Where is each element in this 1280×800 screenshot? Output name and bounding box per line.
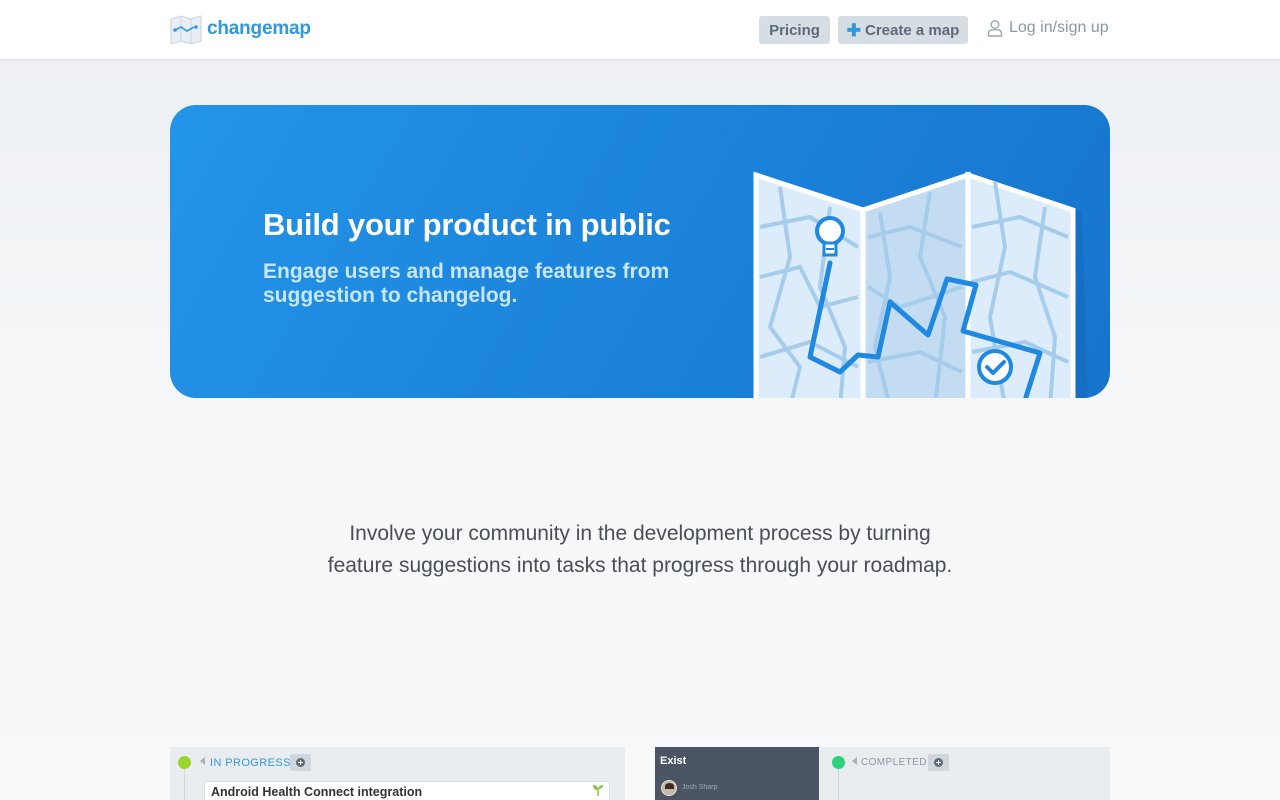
status-label: COMPLETED bbox=[861, 757, 927, 768]
roadmap-preview-in-progress: IN PROGRESS Android Health Connect integ… bbox=[170, 747, 625, 800]
completed-dot bbox=[832, 756, 845, 769]
timeline-line bbox=[838, 767, 839, 800]
pricing-button[interactable]: Pricing bbox=[759, 16, 830, 44]
timeline-line bbox=[184, 767, 185, 800]
login-link[interactable]: Log in/sign up bbox=[987, 19, 1109, 37]
author-name: Josh Sharp bbox=[682, 784, 718, 791]
create-map-label: Create a map bbox=[865, 21, 960, 39]
brand-name: changemap bbox=[207, 18, 311, 39]
project-panel: Exist Josh Sharp bbox=[655, 747, 819, 800]
hero-title: Build your product in public bbox=[263, 207, 671, 242]
in-progress-dot bbox=[178, 756, 191, 769]
caret-left-icon[interactable] bbox=[200, 757, 205, 765]
top-navigation-bar: changemap Pricing ✚ Create a map Log in/… bbox=[0, 0, 1280, 60]
add-circle-icon bbox=[934, 758, 943, 767]
project-title: Exist bbox=[660, 755, 687, 767]
intro-text: Involve your community in the developmen… bbox=[327, 522, 953, 577]
avatar bbox=[661, 780, 677, 796]
feature-card-title: Android Health Connect integration bbox=[211, 785, 423, 799]
sprout-icon bbox=[593, 785, 603, 796]
add-circle-button[interactable] bbox=[928, 754, 949, 771]
folded-map-illustration-icon bbox=[753, 171, 1088, 398]
add-circle-button[interactable] bbox=[290, 754, 311, 771]
logo-link[interactable]: changemap bbox=[170, 14, 311, 44]
login-label: Log in/sign up bbox=[1009, 19, 1109, 36]
folded-map-logo-icon bbox=[170, 15, 202, 44]
plus-icon: ✚ bbox=[846, 20, 862, 40]
add-circle-icon bbox=[296, 758, 305, 767]
caret-left-icon[interactable] bbox=[852, 757, 857, 765]
hero-subtitle: Engage users and manage features from su… bbox=[263, 260, 670, 307]
roadmap-preview-completed: Exist Josh Sharp COMPLETED bbox=[655, 747, 1110, 800]
user-icon bbox=[987, 20, 1003, 37]
feature-card[interactable]: Android Health Connect integration bbox=[204, 781, 610, 800]
create-map-button[interactable]: ✚ Create a map bbox=[838, 16, 968, 44]
hero-banner: Build your product in public Engage user… bbox=[170, 105, 1110, 398]
check-circle-icon bbox=[977, 349, 1013, 385]
status-label: IN PROGRESS bbox=[210, 757, 291, 769]
